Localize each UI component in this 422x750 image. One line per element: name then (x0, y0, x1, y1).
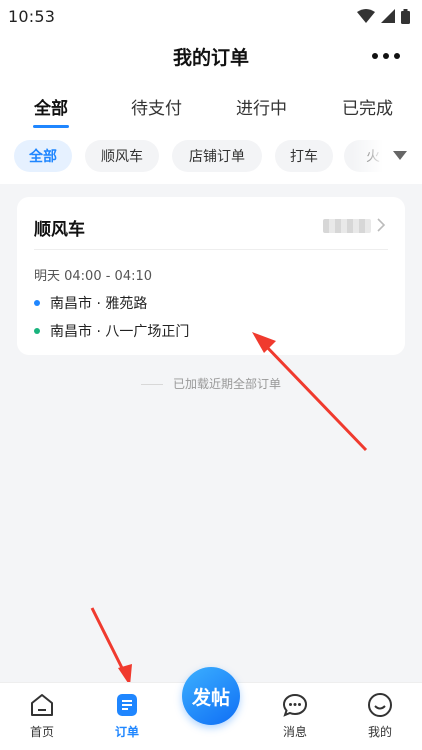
arrow-to-order-card (262, 342, 368, 452)
order-status-masked (323, 219, 371, 233)
nav-messages[interactable]: 消息 (265, 691, 325, 747)
arrow-to-orders-tab (90, 607, 126, 673)
chip-taxi[interactable]: 打车 (275, 140, 333, 172)
order-card[interactable]: 顺风车 明天 04:00 - 04:10 南昌市 · 雅苑路 南昌市 · 八一广… (17, 197, 405, 355)
page-title: 我的订单 (172, 46, 249, 69)
chip-fade-overlay (352, 130, 422, 184)
chat-bubble-icon (282, 693, 308, 717)
tab-completed[interactable]: 已完成 (342, 94, 393, 119)
order-time: 明天 04:00 - 04:10 (34, 269, 153, 284)
orders-icon (117, 694, 137, 716)
nav-home[interactable]: 首页 (12, 691, 72, 747)
category-chips: 全部 顺风车 店铺订单 打车 火 (0, 130, 422, 184)
divider (34, 249, 388, 250)
smile-profile-icon (368, 693, 392, 717)
order-destination: 南昌市 · 八一广场正门 (34, 321, 189, 341)
order-origin: 南昌市 · 雅苑路 (34, 293, 147, 313)
order-type: 顺风车 (34, 220, 85, 240)
chevron-down-icon[interactable] (392, 148, 408, 164)
more-options-icon[interactable] (366, 44, 406, 68)
post-button[interactable]: 发帖 (182, 667, 240, 725)
origin-dot-icon (34, 300, 40, 306)
tab-in-progress[interactable]: 进行中 (236, 94, 287, 119)
tab-pending-payment[interactable]: 待支付 (131, 94, 182, 119)
active-tab-indicator (33, 125, 69, 128)
destination-dot-icon (34, 328, 40, 334)
home-icon (31, 694, 53, 716)
tab-all[interactable]: 全部 (33, 94, 69, 128)
chip-ride-share[interactable]: 顺风车 (85, 140, 159, 172)
page-header: 我的订单 (0, 32, 422, 80)
status-time: 10:53 (8, 6, 56, 26)
signal-icon (381, 9, 395, 23)
nav-mine[interactable]: 我的 (350, 691, 410, 747)
battery-icon (401, 8, 410, 24)
chip-store-orders[interactable]: 店铺订单 (172, 140, 262, 172)
status-bar: 10:53 (0, 0, 422, 32)
wifi-icon (357, 9, 375, 23)
list-end-note: 已加载近期全部订单 (0, 375, 422, 392)
nav-orders[interactable]: 订单 (97, 691, 157, 747)
order-status-tabs: 全部 待支付 进行中 已完成 (0, 80, 422, 130)
chip-all[interactable]: 全部 (14, 140, 72, 172)
chevron-right-icon (377, 218, 386, 232)
